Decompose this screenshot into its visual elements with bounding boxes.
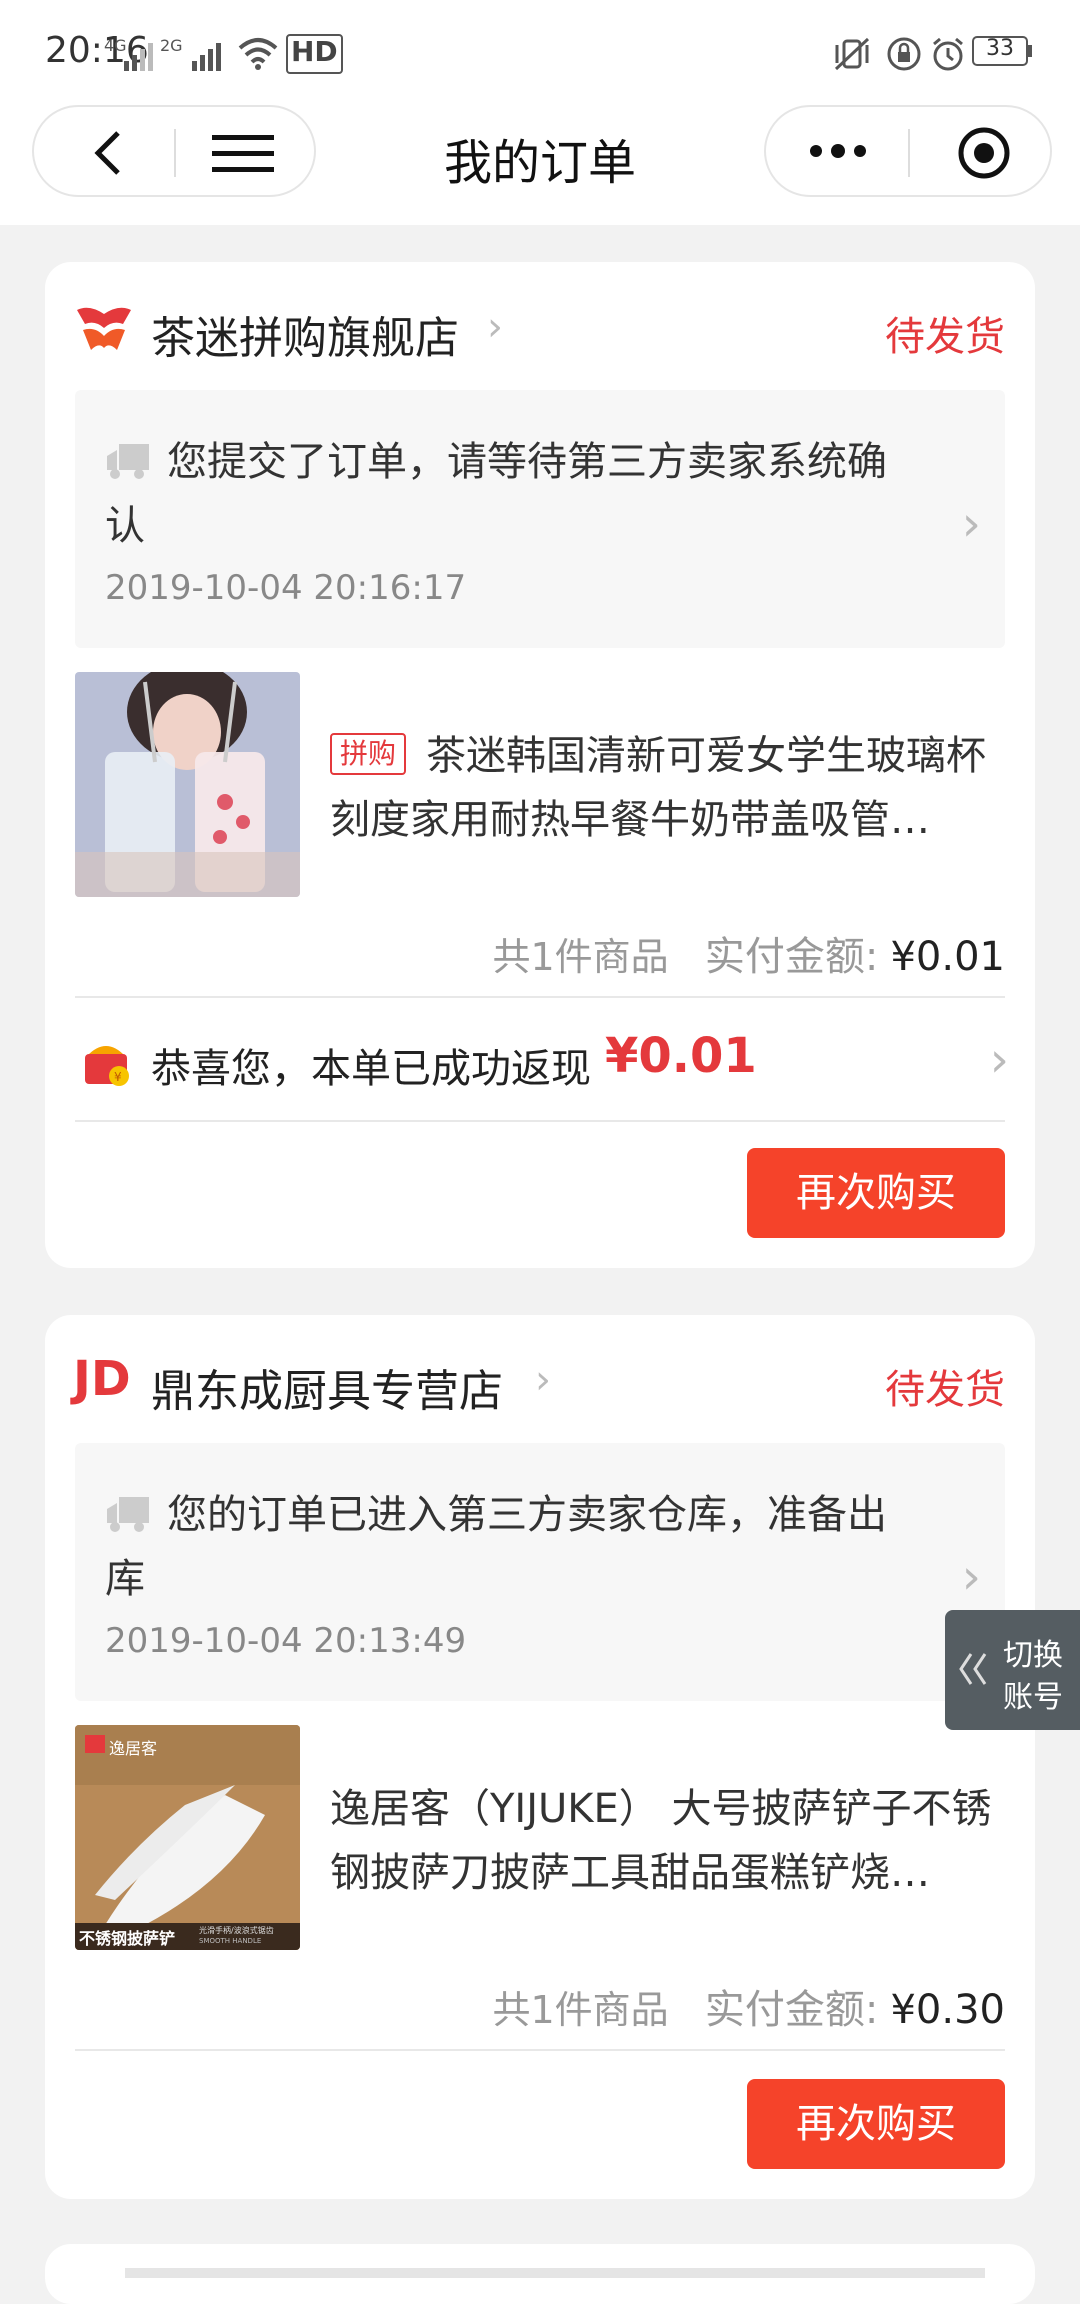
nav-right-capsule bbox=[764, 105, 1052, 197]
chevron-right-icon: › bbox=[961, 496, 981, 552]
product-title[interactable]: 逸居客（YIJUKE） 大号披萨铲子不锈钢披萨刀披萨工具甜品蛋糕铲烧… bbox=[330, 1777, 1010, 1905]
wifi-icon bbox=[238, 38, 278, 70]
product-image[interactable]: 逸居客 不锈钢披萨铲 光滑手柄/波浪式锯齿 SMOOTH HANDLE bbox=[75, 1725, 300, 1950]
order-card-partial bbox=[45, 2244, 1035, 2304]
red-envelope-icon: ¥ bbox=[85, 1046, 129, 1086]
group-buy-tag: 拼购 bbox=[330, 733, 407, 775]
capsule-divider bbox=[908, 129, 910, 177]
placeholder-bar bbox=[125, 2268, 985, 2278]
more-icon[interactable] bbox=[806, 139, 870, 163]
cashback-amount: ¥0.01 bbox=[605, 1028, 757, 1084]
paid-label: 实付金额: bbox=[704, 1987, 879, 2033]
logistics-info[interactable]: 您的订单已进入第三方卖家仓库，准备出库 2019-10-04 20:13:49 … bbox=[75, 1443, 1005, 1701]
double-chevron-left-icon bbox=[959, 1653, 987, 1685]
cashback-row[interactable]: ¥ 恭喜您，本单已成功返现 ¥0.01 › bbox=[45, 998, 1035, 1120]
paid-amount: ¥0.30 bbox=[890, 1987, 1005, 2033]
hd-badge: HD bbox=[286, 34, 343, 74]
store-name[interactable]: 鼎东成厨具专营店 bbox=[151, 1355, 503, 1419]
logistics-info[interactable]: 您提交了订单，请等待第三方卖家系统确认 2019-10-04 20:16:17 … bbox=[75, 390, 1005, 648]
alarm-icon bbox=[933, 37, 963, 71]
switch-account-line2: 账号 bbox=[1003, 1680, 1063, 1715]
logistics-time: 2019-10-04 20:13:49 bbox=[105, 1621, 467, 1661]
store-logo-icon bbox=[77, 307, 131, 350]
logistics-text: 您提交了订单，请等待第三方卖家系统确认 bbox=[105, 439, 887, 549]
battery-level: 33 bbox=[986, 36, 1014, 61]
cashback-text: 恭喜您，本单已成功返现 bbox=[151, 1046, 591, 1092]
close-miniprogram-icon[interactable] bbox=[956, 125, 1012, 181]
divider bbox=[75, 2049, 1005, 2051]
order-card: 茶迷拼购旗舰店 › 待发货 您提交了订单，请等待第三方卖家系统确认 2019-1… bbox=[45, 262, 1035, 1268]
thumb-subcaption: 光滑手柄/波浪式锯齿 bbox=[199, 1926, 274, 1935]
rebuy-button[interactable]: 再次购买 bbox=[747, 2079, 1005, 2169]
order-status: 待发货 bbox=[885, 314, 1005, 360]
status-bar: 20:16 4G 2G HD 33 bbox=[0, 0, 1080, 105]
vibrate-mute-icon bbox=[834, 37, 870, 71]
network-type-2: 2G bbox=[160, 36, 183, 55]
rebuy-button[interactable]: 再次购买 bbox=[747, 1148, 1005, 1238]
switch-account-button[interactable]: 切换 账号 bbox=[945, 1610, 1080, 1730]
jd-logo: JD bbox=[73, 1351, 131, 1407]
lock-rotation-icon bbox=[887, 37, 921, 71]
product-title[interactable]: 拼购 茶迷韩国清新可爱女学生玻璃杯刻度家用耐热早餐牛奶带盖吸管… bbox=[330, 724, 1010, 852]
paid-label: 实付金额: bbox=[704, 934, 879, 980]
logistics-time: 2019-10-04 20:16:17 bbox=[105, 568, 467, 608]
chevron-right-icon: › bbox=[961, 1549, 981, 1605]
switch-account-line1: 切换 bbox=[1003, 1638, 1063, 1673]
order-summary: 共1件商品 实付金额: ¥0.30 bbox=[492, 1977, 1005, 2035]
svg-text:¥: ¥ bbox=[114, 1070, 122, 1084]
signal-icon bbox=[124, 43, 153, 71]
store-name[interactable]: 茶迷拼购旗舰店 bbox=[151, 302, 459, 366]
store-chevron-icon[interactable]: › bbox=[535, 1357, 551, 1403]
signal-icon bbox=[192, 43, 221, 71]
order-card: JD 鼎东成厨具专营店 › 待发货 您的订单已进入第三方卖家仓库，准备出库 20… bbox=[45, 1315, 1035, 2199]
logistics-text: 您的订单已进入第三方卖家仓库，准备出库 bbox=[105, 1492, 887, 1602]
order-status: 待发货 bbox=[885, 1367, 1005, 1413]
thumb-subcaption-en: SMOOTH HANDLE bbox=[199, 1937, 262, 1945]
thumb-caption: 不锈钢披萨铲 bbox=[79, 1929, 176, 1948]
product-title-text: 茶迷韩国清新可爱女学生玻璃杯刻度家用耐热早餐牛奶带盖吸管… bbox=[330, 733, 987, 843]
battery-icon: 33 bbox=[972, 36, 1028, 66]
nav-bar: 我的订单 bbox=[0, 105, 1080, 225]
item-count: 共1件商品 bbox=[492, 935, 669, 979]
order-summary: 共1件商品 实付金额: ¥0.01 bbox=[492, 924, 1005, 982]
thumb-brand: 逸居客 bbox=[109, 1739, 158, 1758]
store-chevron-icon[interactable]: › bbox=[487, 304, 503, 350]
battery-tip bbox=[1028, 45, 1032, 57]
paid-amount: ¥0.01 bbox=[890, 934, 1005, 980]
item-count: 共1件商品 bbox=[492, 1988, 669, 2032]
product-image[interactable] bbox=[75, 672, 300, 897]
chevron-right-icon: › bbox=[989, 1032, 1009, 1088]
divider bbox=[75, 1120, 1005, 1122]
